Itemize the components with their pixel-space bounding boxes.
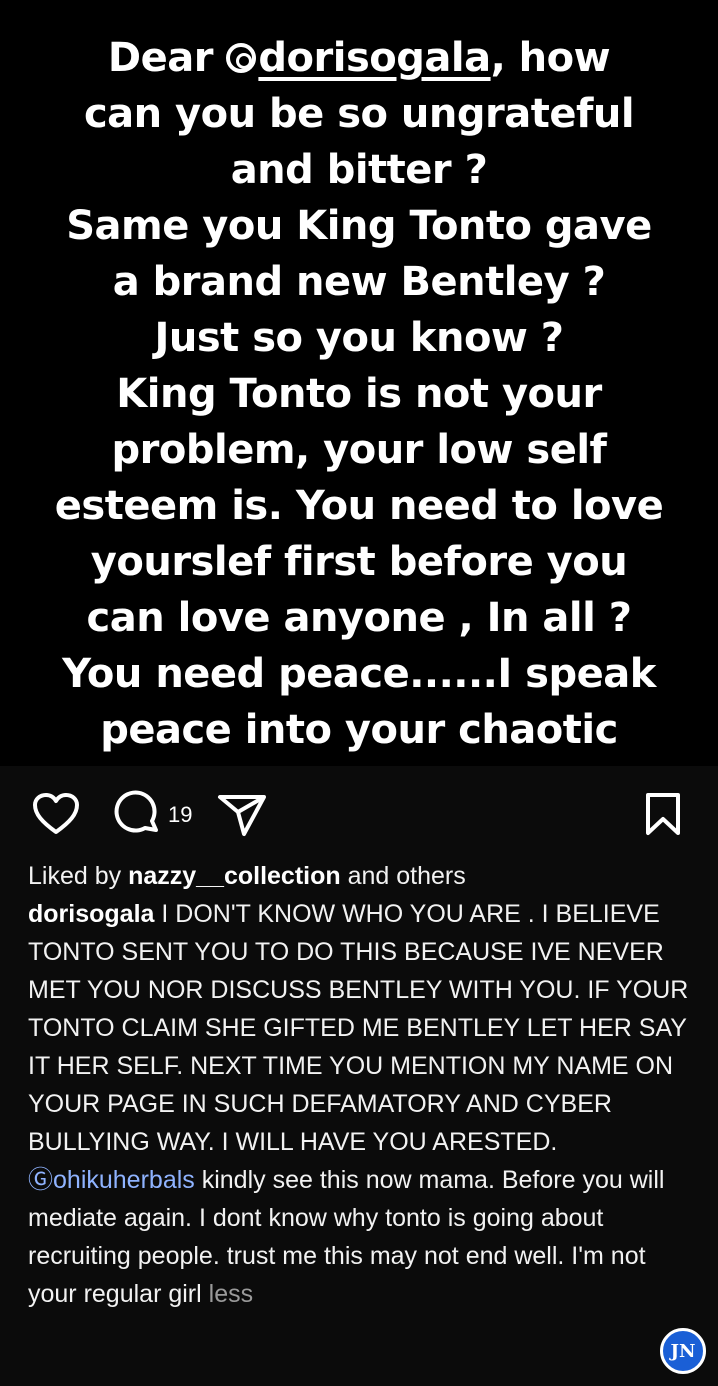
likes-suffix: and others (340, 862, 466, 890)
story-line: can love anyone , In all ? (86, 595, 632, 641)
heart-icon (33, 793, 79, 834)
less-link[interactable]: less (209, 1280, 253, 1308)
post-action-bar: 19 (0, 766, 718, 856)
post-caption: Liked by nazzy__collection and others do… (28, 857, 700, 1313)
story-line: yourslef first before you (90, 539, 628, 585)
story-line: and bitter ? (230, 147, 488, 193)
watermark-logo: JN (660, 1328, 706, 1374)
story-line: You need peace......I speak (62, 651, 656, 697)
comment-button[interactable] (112, 790, 162, 838)
story-mention-text: dorisogala (258, 35, 491, 81)
save-button[interactable] (644, 792, 682, 836)
share-button[interactable] (216, 792, 268, 838)
story-line: problem, your low self (111, 427, 607, 473)
story-line: a brand new Bentley ? (112, 259, 606, 305)
like-button[interactable] (32, 792, 80, 836)
story-line: can you be so ungrateful (83, 91, 635, 137)
story-text: Dear dorisogala, how can you be so ungra… (0, 0, 718, 766)
story-line-cutoff: life (20, 758, 698, 766)
caption-mention[interactable]: Ⓖohikuherbals (28, 1166, 195, 1194)
likes-summary: Liked by nazzy__collection and others (28, 857, 700, 895)
caption-text: I DON'T KNOW WHO YOU ARE . I BELIEVE TON… (28, 900, 689, 1156)
caption-mention-text: ohikuherbals (53, 1166, 195, 1194)
comment-count: 19 (168, 802, 193, 827)
story-line: Same you King Tonto gave (66, 203, 652, 249)
story-greeting: Dear (107, 35, 227, 81)
comment-bubble-icon (114, 790, 158, 833)
story-line: Just so you know ? (154, 315, 564, 361)
story-line-1: Dear dorisogala, how (20, 30, 698, 86)
likes-prefix: Liked by (28, 862, 129, 890)
caption-author[interactable]: dorisogala (28, 900, 154, 928)
post-image[interactable]: Dear dorisogala, how can you be so ungra… (0, 0, 718, 766)
paper-plane-icon (218, 795, 266, 836)
threads-icon (226, 43, 257, 73)
liked-by-user[interactable]: nazzy__collection (128, 862, 341, 890)
story-line: peace into your chaotic (100, 707, 618, 753)
bookmark-icon (646, 793, 680, 835)
story-line-text: , how (490, 35, 611, 81)
story-line: esteem is. You need to love (54, 483, 664, 529)
story-line: King Tonto is not your (116, 371, 602, 417)
caption-body: dorisogala I DON'T KNOW WHO YOU ARE . I … (28, 895, 700, 1313)
story-mention[interactable]: dorisogala (226, 35, 491, 81)
